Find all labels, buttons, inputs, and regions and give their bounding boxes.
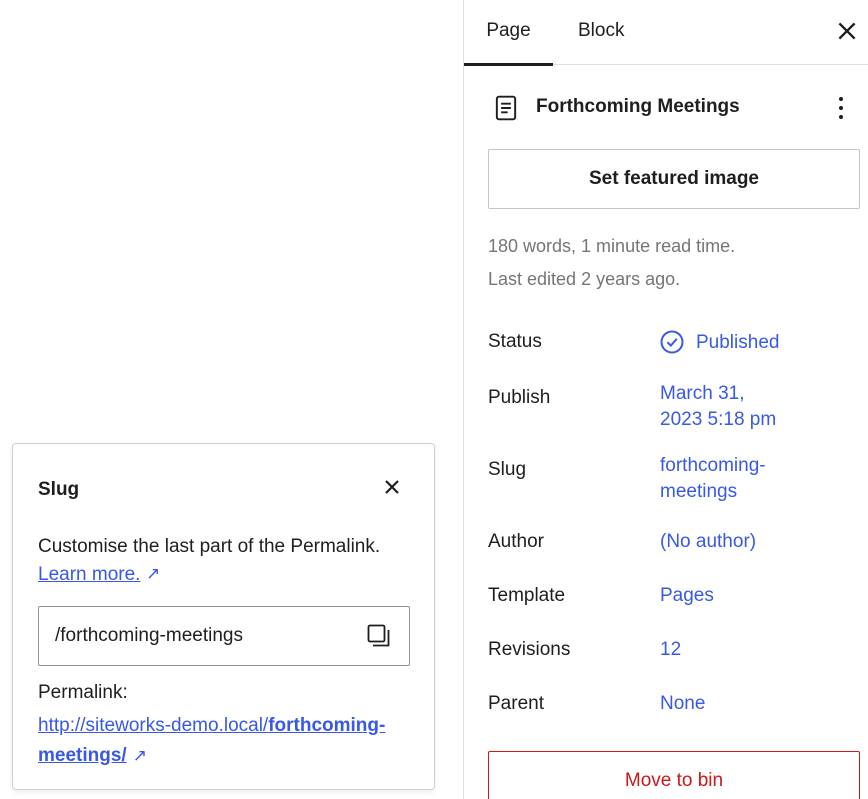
publish-time-line: 2023 5:18 pm [660, 409, 777, 430]
tab-page[interactable]: Page [464, 0, 553, 66]
close-icon[interactable] [834, 18, 860, 44]
slug-popover: Slug Customise the last part of the Perm… [12, 443, 435, 790]
status-value[interactable]: Published [696, 330, 779, 356]
revisions-value[interactable]: 12 [660, 637, 681, 663]
permalink-label: Permalink: [38, 682, 128, 703]
parent-value[interactable]: None [660, 691, 705, 717]
author-label: Author [488, 531, 544, 552]
word-count: 180 words, 1 minute read time. [488, 236, 736, 256]
publish-date-line: March 31, [660, 383, 745, 404]
popover-title: Slug [38, 479, 80, 500]
permalink-link[interactable]: http://siteworks-demo.local/forthcoming-… [38, 711, 418, 771]
publish-date-value[interactable]: March 31, 2023 5:18 pm [660, 381, 776, 433]
parent-label: Parent [488, 693, 544, 714]
permalink-slug: forthcoming- [268, 715, 386, 736]
slug-value[interactable]: forthcoming- meetings [660, 453, 766, 505]
more-vertical-icon[interactable] [834, 94, 848, 122]
publish-label: Publish [488, 387, 551, 408]
permalink-slug: meetings/ [38, 745, 127, 766]
document-icon [495, 95, 517, 121]
last-edited: Last edited 2 years ago. [488, 269, 681, 289]
external-link-icon: ↗ [132, 746, 147, 765]
author-value[interactable]: (No author) [660, 529, 756, 555]
template-label: Template [488, 585, 566, 606]
external-link-icon: ↗ [146, 564, 161, 583]
revisions-label: Revisions [488, 639, 571, 660]
slug-value-line: forthcoming- [660, 455, 766, 476]
copy-icon[interactable] [365, 622, 393, 650]
tab-block[interactable]: Block [578, 0, 624, 65]
published-check-icon [660, 330, 684, 354]
slug-label: Slug [488, 459, 527, 480]
move-to-bin-button[interactable]: Move to bin [488, 751, 860, 799]
template-value[interactable]: Pages [660, 583, 714, 609]
learn-more-link[interactable]: Learn more. [38, 564, 140, 586]
slug-value-line: meetings [660, 481, 738, 502]
page-title: Forthcoming Meetings [536, 96, 740, 117]
permalink-base: http://siteworks-demo.local/ [38, 715, 269, 736]
slug-input[interactable] [38, 606, 410, 666]
close-icon[interactable] [380, 475, 404, 499]
status-label: Status [488, 331, 542, 352]
popover-description: Customise the last part of the Permalink… [38, 536, 381, 557]
set-featured-image-button[interactable]: Set featured image [488, 149, 860, 209]
sidebar-tabs: Page Block [464, 0, 868, 66]
settings-sidebar: Page Block Forthcoming Meetings Set feat… [463, 0, 868, 799]
